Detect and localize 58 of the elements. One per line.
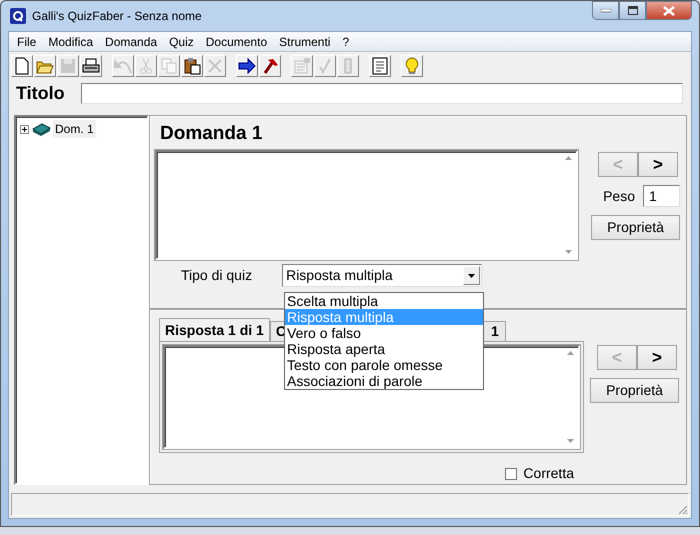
scroll-up-icon[interactable] — [566, 351, 574, 355]
toolbar-button[interactable] — [181, 54, 203, 76]
correct-label: Corretta — [523, 464, 574, 483]
title-label: Titolo — [16, 82, 65, 104]
toolbar-button[interactable] — [236, 54, 258, 76]
scroll-down-icon[interactable] — [566, 439, 574, 443]
menu-item[interactable]: Documento — [200, 32, 274, 50]
close-icon — [663, 6, 675, 16]
properties-button[interactable]: Proprietà — [591, 215, 680, 240]
printer-icon — [81, 56, 101, 76]
answer-tab[interactable]: Risposta 1 di 1 — [159, 318, 270, 341]
toolbar-button[interactable] — [11, 54, 33, 76]
minimize-button[interactable] — [592, 1, 619, 20]
quiz-type-label: Tipo di quiz — [181, 266, 252, 285]
maximize-button[interactable] — [619, 1, 646, 20]
dropdown-option[interactable]: Testo con parole omesse — [285, 357, 483, 373]
weight-field[interactable]: 1 — [643, 185, 680, 207]
dropdown-option[interactable]: Risposta aperta — [285, 341, 483, 357]
copy-icon — [159, 56, 179, 76]
menu-item[interactable]: Modifica — [42, 32, 100, 50]
scroll-up-icon[interactable] — [564, 156, 572, 160]
dropdown-option[interactable]: Vero o falso — [285, 325, 483, 341]
quiz-type-dropdown[interactable]: Risposta multipla — [282, 264, 482, 287]
toolbar-button[interactable] — [80, 54, 102, 76]
window-title: Galli's QuizFaber - Senza nome — [32, 8, 202, 25]
menu-item[interactable]: Strumenti — [273, 32, 336, 50]
close-button[interactable] — [646, 1, 692, 20]
properties-icon — [292, 56, 312, 76]
correct-checkbox[interactable] — [505, 468, 518, 480]
tree-item[interactable]: Dom. 1 — [53, 120, 96, 138]
arrow-right-icon — [237, 56, 257, 76]
next-button[interactable]: > — [638, 152, 678, 177]
scroll-down-icon[interactable] — [564, 250, 572, 254]
menu-item[interactable]: ? — [336, 32, 356, 50]
quiz-type-value: Risposta multipla — [286, 266, 393, 285]
form-icon — [370, 56, 390, 76]
dropdown-arrow-icon — [468, 274, 476, 278]
maximize-icon — [628, 6, 638, 15]
clipboard-icon — [182, 56, 202, 76]
next-button[interactable]: > — [637, 345, 677, 370]
toolbar-button[interactable] — [259, 54, 281, 76]
question-heading: Domanda 1 — [159, 122, 264, 146]
title-field[interactable] — [80, 82, 683, 104]
menu-item[interactable]: Quiz — [163, 32, 200, 50]
tab-label-end: 1 — [491, 322, 499, 341]
properties-button[interactable]: Proprietà — [590, 378, 679, 403]
weight-label: Peso — [603, 186, 635, 206]
resize-grip-icon[interactable] — [676, 503, 688, 515]
question-text-area[interactable] — [155, 150, 578, 260]
book-icon — [31, 121, 51, 137]
expand-icon[interactable] — [20, 124, 29, 134]
dropdown-option[interactable]: Associazioni di parole — [285, 373, 483, 389]
menu-item[interactable]: File — [11, 32, 42, 50]
app-icon — [10, 8, 26, 24]
menu-item[interactable]: Domanda — [99, 32, 164, 50]
minimize-icon — [600, 8, 610, 12]
toolbar-button[interactable] — [369, 54, 391, 76]
dropdown-option[interactable]: Scelta multipla — [285, 293, 483, 309]
